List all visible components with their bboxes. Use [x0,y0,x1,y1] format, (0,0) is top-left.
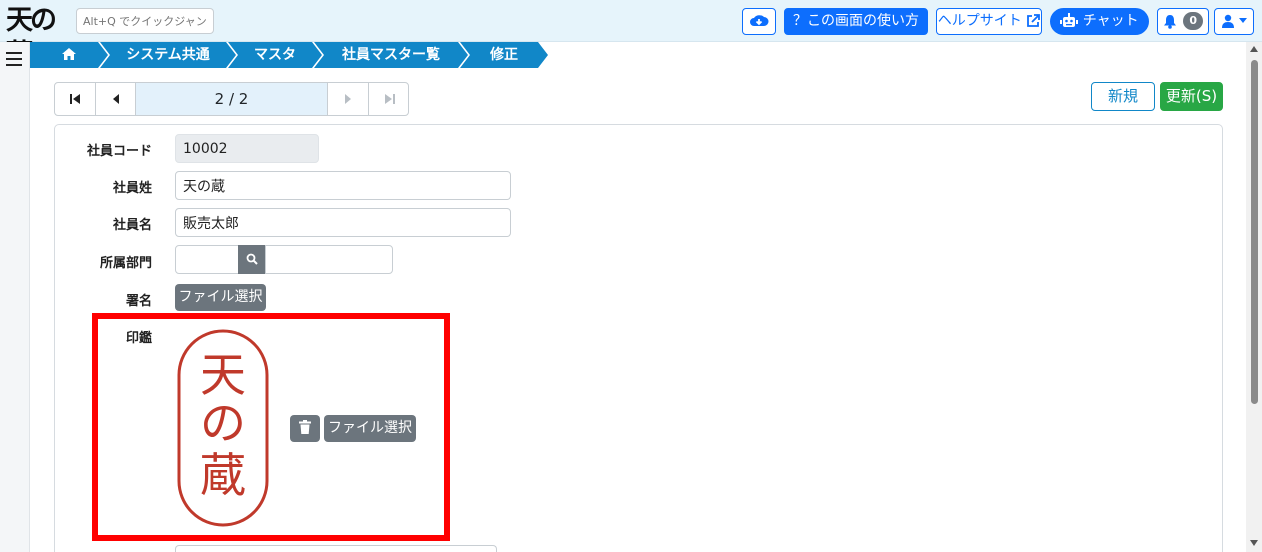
user-icon [1221,14,1234,28]
scroll-up-icon[interactable] [1250,46,1258,52]
next-icon [345,94,351,104]
new-button[interactable]: 新規 [1091,82,1155,111]
record-position: 2 / 2 [136,83,328,115]
menu-icon[interactable] [6,52,22,66]
chat-button[interactable]: チャット [1050,8,1149,35]
chat-label: チャット [1082,13,1139,29]
app-logo[interactable]: 天の蔵 [6,4,70,70]
first-record-button[interactable] [55,83,96,115]
breadcrumb-system-common[interactable]: システム共通 [100,42,236,68]
download-button[interactable] [742,8,776,35]
previous-icon [112,94,119,104]
chevron-down-icon [1239,18,1248,23]
last-icon [384,94,395,104]
department-name-field[interactable] [265,245,393,274]
last-name-field[interactable] [175,171,511,200]
department-label: 所属部門 [99,256,152,271]
breadcrumb-master[interactable]: マスタ [228,42,322,68]
previous-record-button[interactable] [96,83,136,115]
next-field-partial[interactable] [175,545,497,552]
top-bar: 天の蔵 ？この画面の使い方 ヘルプサイト チャット [0,0,1262,70]
signature-file-select-button[interactable]: ファイル選択 [175,284,266,311]
notifications-button[interactable]: 0 [1157,8,1209,35]
bell-icon [1163,14,1176,29]
last-record-button[interactable] [369,83,408,115]
search-icon [246,253,258,265]
first-icon [70,94,80,104]
robot-icon [1060,13,1079,27]
record-pager: 2 / 2 [54,82,409,116]
next-record-button[interactable] [328,83,369,115]
breadcrumb-employee-master-list[interactable]: 社員マスター覧 [314,42,468,68]
help-site-label: ヘルプサイト [937,13,1022,29]
scroll-thumb[interactable] [1251,60,1258,404]
notification-count-badge: 0 [1183,12,1204,30]
employee-code-field[interactable] [175,134,319,163]
breadcrumb-edit: 修正 [460,42,548,68]
cloud-download-icon [750,15,769,26]
first-name-field[interactable] [175,208,511,237]
side-rail [0,42,30,552]
external-link-icon [1027,14,1041,27]
home-icon [61,47,77,61]
first-name-label: 社員名 [112,218,152,233]
department-search-button[interactable] [238,245,266,274]
last-name-label: 社員姓 [112,181,152,196]
signature-label: 署名 [125,294,152,309]
scroll-down-icon[interactable] [1250,540,1258,546]
employee-code-label: 社員コード [86,144,152,159]
vertical-scrollbar[interactable] [1246,42,1262,552]
breadcrumb-home[interactable] [30,42,108,68]
quick-jump-input[interactable] [76,8,214,34]
highlight-box [92,313,450,541]
update-button[interactable]: 更新(S) [1160,82,1223,111]
user-menu-button[interactable] [1214,8,1254,35]
department-code-field[interactable] [175,245,239,274]
usage-guide-button[interactable]: ？この画面の使い方 [784,8,928,35]
help-site-button[interactable]: ヘルプサイト [936,8,1042,35]
